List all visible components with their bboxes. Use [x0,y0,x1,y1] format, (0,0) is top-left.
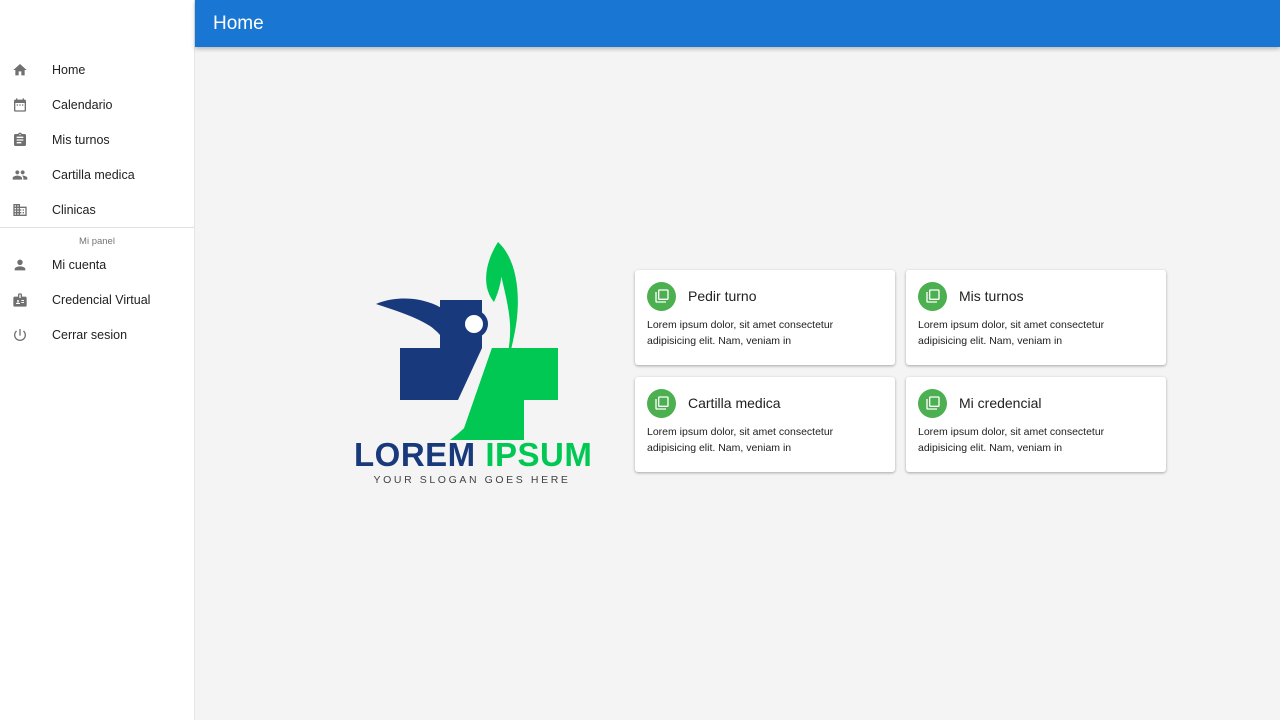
people-icon [12,167,28,183]
sidebar-item-label: Credencial Virtual [52,292,151,307]
library-icon [918,281,947,311]
card-mis-turnos[interactable]: Mis turnos Lorem ipsum dolor, sit amet c… [906,270,1166,365]
card-title: Mis turnos [959,288,1024,304]
sidebar-item-credencial-virtual[interactable]: Credencial Virtual [0,282,194,317]
library-icon [647,388,676,418]
card-text: Lorem ipsum dolor, sit amet consectetur … [918,319,1105,347]
sidebar-item-label: Mis turnos [52,132,110,147]
sidebar-item-clinicas[interactable]: Clinicas [0,192,194,227]
sidebar-item-mi-cuenta[interactable]: Mi cuenta [0,247,194,282]
sidebar-item-label: Calendario [52,97,113,112]
drawer-header [0,0,194,47]
sidebar-item-calendario[interactable]: Calendario [0,87,194,122]
assignment-icon [12,132,28,148]
panel-subheader: Mi panel [79,236,115,247]
sidebar-item-label: Cerrar sesion [52,327,128,342]
logo-word-1: LOREM [354,436,476,473]
sidebar-item-mis-turnos[interactable]: Mis turnos [0,122,194,157]
home-icon [12,62,28,78]
calendar-icon [12,97,28,113]
page-title: Home [213,12,264,34]
brand-logo: LOREM IPSUM YOUR SLOGAN GOES HERE [354,240,593,490]
sidebar-item-home[interactable]: Home [0,52,194,87]
badge-icon [12,292,28,308]
card-text: Lorem ipsum dolor, sit amet consectetur … [647,319,834,347]
sidebar-item-label: Cartilla medica [52,167,135,182]
sidebar-item-cartilla-medica[interactable]: Cartilla medica [0,157,194,192]
navigation-drawer: Home Calendario Mis turnos Cartilla medi… [0,0,195,720]
card-header: Pedir turno [647,281,883,311]
panel-nav-list: Mi cuenta Credencial Virtual Cerrar sesi… [0,247,194,352]
card-text: Lorem ipsum dolor, sit amet consectetur … [918,426,1105,454]
sidebar-item-label: Home [52,62,86,77]
power-icon [12,327,28,343]
sidebar-item-label: Clinicas [52,202,96,217]
logo-wordmark: LOREM IPSUM [354,436,593,474]
card-header: Mis turnos [918,281,1154,311]
card-title: Cartilla medica [688,395,781,411]
card-title: Pedir turno [688,288,757,304]
logo-slogan: YOUR SLOGAN GOES HERE [373,474,571,486]
app-bar: Home [195,0,1280,47]
card-title: Mi credencial [959,395,1042,411]
card-header: Mi credencial [918,388,1154,418]
medical-cross-logo-icon [376,242,558,440]
building-icon [12,202,28,218]
card-cartilla-medica[interactable]: Cartilla medica Lorem ipsum dolor, sit a… [635,377,895,472]
sidebar-item-cerrar-sesion[interactable]: Cerrar sesion [0,317,194,352]
library-icon [918,388,947,418]
logo-word-2: IPSUM [485,436,593,473]
card-text: Lorem ipsum dolor, sit amet consectetur … [647,426,834,454]
library-icon [647,281,676,311]
sidebar-item-label: Mi cuenta [52,257,107,272]
main-nav-list: Home Calendario Mis turnos Cartilla medi… [0,52,194,227]
card-header: Cartilla medica [647,388,883,418]
card-pedir-turno[interactable]: Pedir turno Lorem ipsum dolor, sit amet … [635,270,895,365]
person-icon [12,257,28,273]
card-mi-credencial[interactable]: Mi credencial Lorem ipsum dolor, sit ame… [906,377,1166,472]
